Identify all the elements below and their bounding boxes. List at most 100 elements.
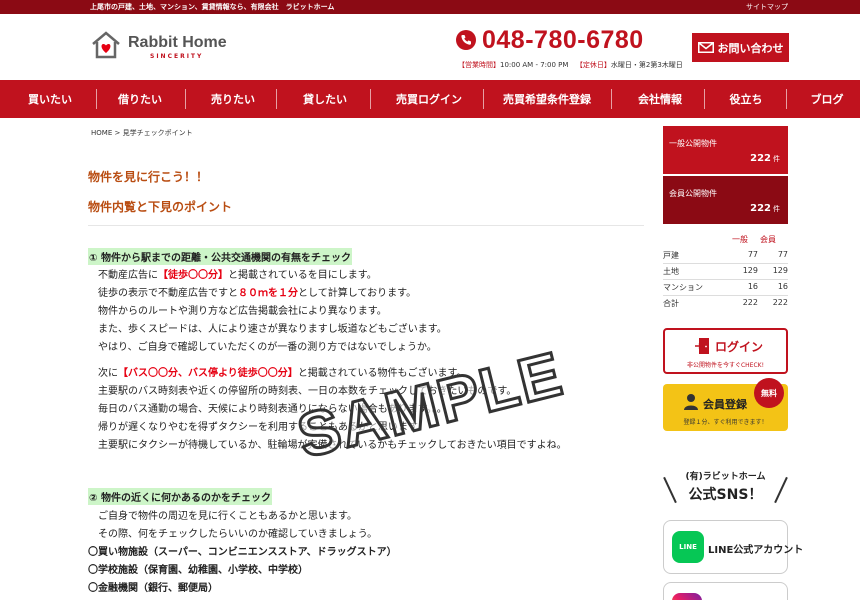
nav-wish-register[interactable]: 売買希望条件登録: [494, 80, 600, 118]
contact-button-label: お問い合わせ: [717, 41, 784, 55]
free-badge: 無料: [754, 378, 784, 408]
section-2-list-item: 〇学校施設（保育園、幼稚園、小学校、中学校）: [88, 565, 308, 576]
closed-label: 【定休日】: [575, 61, 611, 69]
section-2-list-item: 〇買い物施設（スーパー、コンビニエンスストア、ドラッグストア）: [88, 547, 397, 558]
member-listings-box[interactable]: 会員公開物件 222 件: [663, 176, 788, 224]
text: として計算しております。: [298, 288, 417, 299]
nav-divider: [704, 89, 705, 109]
highlight-text: 【徒歩〇〇分】: [158, 270, 228, 281]
nav-divider: [276, 89, 277, 109]
count-unit: 件: [773, 205, 780, 213]
section-2-title: ② 物件の近くに何かあるのかをチェック: [88, 488, 272, 505]
stats-public: 77: [747, 250, 758, 259]
stats-header-member: 会員: [760, 235, 776, 244]
page-title: 物件を見に行こう！！: [88, 170, 209, 184]
section-1-text: 徒歩の表示で不動産広告ですと８０ｍを１分として計算しております。: [98, 284, 416, 299]
register-button-sub: 登録１分、すぐ利用できます！: [683, 419, 768, 426]
section-1-text: 主要駅のバス時刻表や近くの停留所の時刻表、一日の本数をチェックしておきたいもので…: [98, 386, 517, 397]
nav-divider: [185, 89, 186, 109]
member-listings-count: 222 件: [750, 203, 780, 214]
stats-member: 16: [777, 282, 788, 291]
nav-sell[interactable]: 売りたい: [202, 80, 264, 118]
text: 徒歩の表示で不動産広告ですと: [98, 288, 238, 299]
count-value: 222: [750, 153, 771, 164]
nav-blog[interactable]: ブログ: [798, 80, 856, 118]
sns-heading-company: (有)ラビットホーム: [685, 472, 766, 482]
stats-public: 16: [747, 282, 758, 291]
hours-label: 【営業時間】: [458, 61, 500, 69]
section-1-text: 不動産広告に【徒歩〇〇分】と掲載されているを目にします。: [98, 266, 377, 281]
nav-lease[interactable]: 貸したい: [292, 80, 358, 118]
stats-row: 合計 222 222: [663, 298, 788, 312]
stats-name: 合計: [663, 299, 679, 308]
stats-member: 129: [772, 266, 788, 275]
stats-row: 戸建 77 77: [663, 250, 788, 264]
highlight-text: 【バス〇〇分、バス停より徒歩〇〇分】: [118, 368, 298, 379]
top-bar: 上尾市の戸建、土地、マンション、賃貸情報なら、有限会社 ラビットホーム サイトマ…: [0, 0, 860, 14]
section-1-text: 次に【バス〇〇分、バス停より徒歩〇〇分】と掲載されている物件もございます。: [98, 364, 467, 379]
contact-button[interactable]: お問い合わせ: [692, 33, 789, 62]
register-button[interactable]: 会員登録 登録１分、すぐ利用できます！ 無料: [663, 378, 788, 431]
nav-divider: [96, 89, 97, 109]
breadcrumb-home[interactable]: HOME: [91, 129, 112, 137]
section-2-list-item: 〇金融機関（銀行、郵便局）: [88, 583, 218, 594]
section-1-text: また、歩くスピードは、人により速さが異なりますし坂道などもございます。: [98, 324, 447, 335]
nav-buy[interactable]: 買いたい: [22, 80, 78, 118]
site-tagline: 上尾市の戸建、土地、マンション、賃貸情報なら、有限会社 ラビットホーム: [90, 3, 335, 11]
logo-subtitle: SINCERITY: [150, 53, 204, 60]
mail-icon: [697, 42, 714, 53]
door-icon: [695, 338, 709, 354]
user-icon: [684, 394, 698, 410]
line-button-label: LINE公式アカウント: [708, 545, 804, 556]
highlight-text: ８０ｍを１分: [238, 288, 298, 299]
stats-member: 222: [772, 298, 788, 307]
text: と掲載されているを目にします。: [228, 270, 377, 281]
house-heart-icon: [92, 31, 120, 59]
instagram-button[interactable]: [663, 582, 788, 600]
nav-divider: [786, 89, 787, 109]
instagram-icon: [672, 593, 702, 600]
line-official-button[interactable]: LINE LINE公式アカウント: [663, 520, 803, 574]
nav-divider: [611, 89, 612, 109]
text: と掲載されている物件もございます。: [297, 368, 467, 379]
section-1-text: 毎日のバス通勤の場合、天候により時刻表通りにならない場合もあります。。。: [98, 404, 447, 415]
public-listings-label: 一般公開物件: [669, 139, 717, 148]
nav-useful[interactable]: 役立ち: [716, 80, 776, 118]
login-button[interactable]: ログイン 非公開物件を今すぐCHECK!: [663, 328, 788, 374]
closed-value: 水曜日・第2第3木曜日: [610, 61, 683, 69]
sitemap-link[interactable]: サイトマップ: [746, 2, 788, 12]
phone-number-text: 048-780-6780: [482, 26, 644, 54]
line-icon: LINE: [672, 531, 704, 563]
section-1-text: やはり、ご自身で確認していただくのが一番の測り方ではないでしょうか。: [98, 342, 437, 353]
section-1-text: 主要駅にタクシーが待機しているか、駐輪場が完備されているかもチェックしておきたい…: [98, 440, 567, 451]
divider: [663, 263, 788, 264]
public-listings-count: 222 件: [750, 153, 780, 164]
sns-heading-title: 公式SNS！: [688, 487, 763, 503]
text: 次に: [98, 368, 118, 379]
phone-icon: [456, 30, 476, 50]
site-header: Rabbit Home SINCERITY 048-780-6780 【営業時間…: [0, 14, 860, 80]
login-button-label: ログイン: [715, 340, 764, 354]
stats-name: マンション: [663, 283, 703, 292]
nav-rent[interactable]: 借りたい: [110, 80, 170, 118]
sns-heading: (有)ラビットホーム 公式SNS！: [663, 469, 788, 504]
stats-public: 222: [742, 298, 758, 307]
page-subtitle: 物件内覧と下見のポイント: [88, 200, 233, 214]
stats-member: 77: [777, 250, 788, 259]
section-2-text: その際、何をチェックしたらいいのか確認していきましょう。: [98, 529, 378, 540]
nav-company[interactable]: 会社情報: [624, 80, 696, 118]
breadcrumb: HOME > 見学チェックポイント: [91, 128, 193, 138]
login-button-sub: 非公開物件を今すぐCHECK!: [686, 362, 765, 369]
business-hours: 【営業時間】10:00 AM - 7:00 PM 【定休日】水曜日・第2第3木曜…: [458, 60, 683, 70]
register-button-label: 会員登録: [703, 398, 747, 411]
nav-sales-login[interactable]: 売買ログイン: [382, 80, 476, 118]
divider: [663, 279, 788, 280]
hours-value: 10:00 AM - 7:00 PM: [500, 61, 569, 69]
divider: [88, 225, 644, 226]
public-listings-box[interactable]: 一般公開物件 222 件: [663, 126, 788, 174]
stats-row: 土地 129 129: [663, 266, 788, 280]
logo[interactable]: Rabbit Home SINCERITY: [90, 30, 230, 66]
count-unit: 件: [773, 155, 780, 163]
nav-divider: [370, 89, 371, 109]
main-nav: 買いたい 借りたい 売りたい 貸したい 売買ログイン 売買希望条件登録 会社情報…: [0, 80, 860, 118]
